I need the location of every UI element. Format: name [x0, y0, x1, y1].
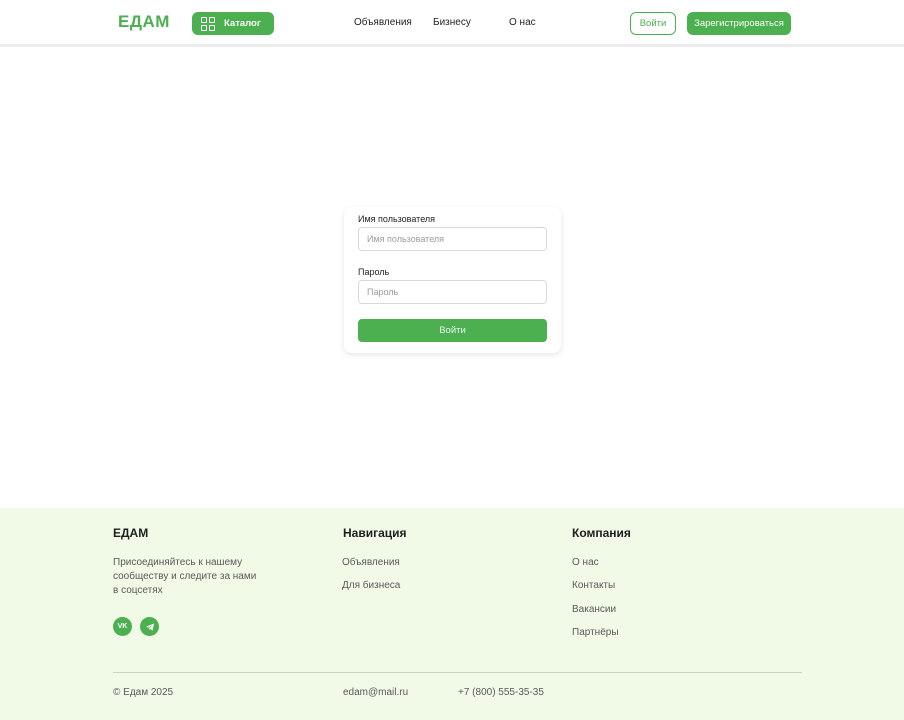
footer-link-vacancies[interactable]: Вакансии	[572, 604, 616, 615]
register-button[interactable]: Зарегистрироваться	[687, 12, 791, 35]
login-card: Имя пользователя Пароль Войти	[344, 207, 561, 353]
username-label: Имя пользователя	[358, 214, 436, 224]
footer-link-listings[interactable]: Объявления	[342, 557, 400, 568]
footer-link-partners[interactable]: Партнёры	[572, 627, 619, 638]
footer-brand-title: ЕДАМ	[113, 526, 149, 540]
nav-link-business[interactable]: Бизнесу	[433, 17, 471, 28]
telegram-icon[interactable]	[140, 617, 159, 636]
header-login-button[interactable]: Войти	[630, 12, 676, 35]
nav-link-listings[interactable]: Объявления	[354, 17, 412, 28]
catalog-label: Каталог	[224, 18, 261, 29]
catalog-button[interactable]: Каталог	[192, 12, 274, 35]
logo[interactable]: ЕДАМ	[118, 12, 170, 32]
footer-link-business[interactable]: Для бизнеса	[342, 580, 400, 591]
footer-copyright: © Едам 2025	[113, 687, 174, 698]
footer-nav-title: Навигация	[343, 526, 407, 540]
grid-icon	[201, 16, 215, 31]
footer-link-contacts[interactable]: Контакты	[572, 580, 615, 591]
footer-brand-text-line: в соцсетях	[113, 585, 163, 596]
password-label: Пароль	[358, 267, 390, 277]
footer-brand-text-line: сообществу и следите за нами	[113, 571, 257, 582]
footer-company-title: Компания	[572, 526, 631, 540]
footer-phone-link[interactable]: +7 (800) 555-35-35	[458, 687, 544, 698]
footer-link-about[interactable]: О нас	[572, 557, 599, 568]
password-input[interactable]	[358, 280, 547, 304]
footer-divider	[113, 672, 802, 673]
footer: ЕДАМ Присоединяйтесь к нашему сообществу…	[0, 508, 904, 720]
nav-link-about[interactable]: О нас	[509, 17, 536, 28]
header: ЕДАМ Каталог Объявления Бизнесу О нас Во…	[0, 0, 904, 47]
vk-icon[interactable]: VK	[113, 617, 132, 636]
footer-brand-text-line: Присоединяйтесь к нашему	[113, 557, 243, 568]
login-submit-button[interactable]: Войти	[358, 319, 547, 342]
footer-email-link[interactable]: edam@mail.ru	[343, 687, 408, 698]
username-input[interactable]	[358, 227, 547, 251]
